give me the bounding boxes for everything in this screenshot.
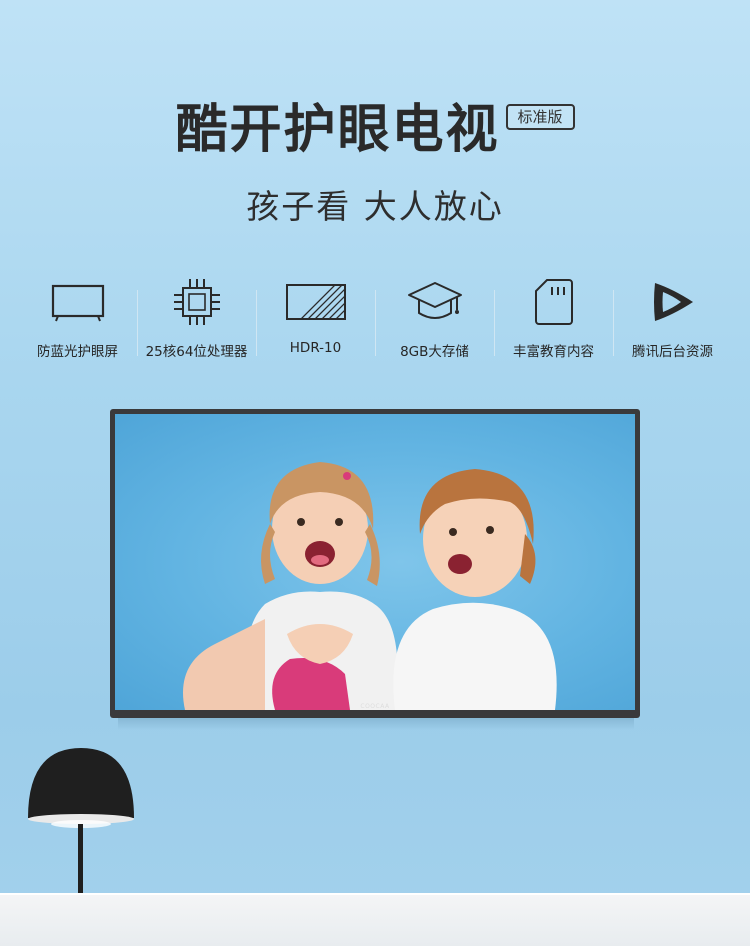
page-title: 酷开护眼电视 (175, 100, 500, 160)
tv-shadow (118, 716, 634, 730)
feature-label: HDR-10 (289, 340, 342, 356)
sd-card-icon (532, 272, 576, 332)
feature-item: 腾讯后台资源 (613, 272, 732, 360)
feature-item: HDR-10 (256, 272, 376, 360)
chip-icon (170, 272, 224, 332)
feature-label: 防蓝光护眼屏 (37, 344, 118, 360)
feature-label: 丰富教育内容 (513, 344, 594, 360)
tv-set: COOCAA (110, 409, 640, 718)
feature-label: 腾讯后台资源 (632, 344, 713, 360)
tv-icon (50, 272, 106, 332)
tv-screen: COOCAA (115, 414, 635, 710)
feature-item: 丰富教育内容 (494, 272, 614, 360)
tv-brand-logo: COOCAA (360, 703, 390, 710)
title-row: 酷开护眼电视 标准版 (0, 100, 750, 160)
graduation-cap-icon (405, 272, 465, 332)
edition-badge: 标准版 (505, 104, 575, 130)
feature-label: 8GB大存储 (400, 344, 469, 360)
feature-item: 防蓝光护眼屏 (18, 272, 138, 360)
feature-list: 防蓝光护眼屏 25核64位处理器 HDR-10 8GB大存储 丰富教育内容 腾讯… (18, 272, 732, 360)
floor (0, 893, 750, 946)
play-logo-icon (647, 272, 699, 332)
children-photo (183, 462, 557, 710)
hdr-icon (284, 272, 348, 332)
page-subtitle: 孩子看 大人放心 (246, 187, 504, 226)
feature-item: 8GB大存储 (375, 272, 495, 360)
feature-label: 25核64位处理器 (145, 344, 248, 360)
feature-item: 25核64位处理器 (137, 272, 257, 360)
